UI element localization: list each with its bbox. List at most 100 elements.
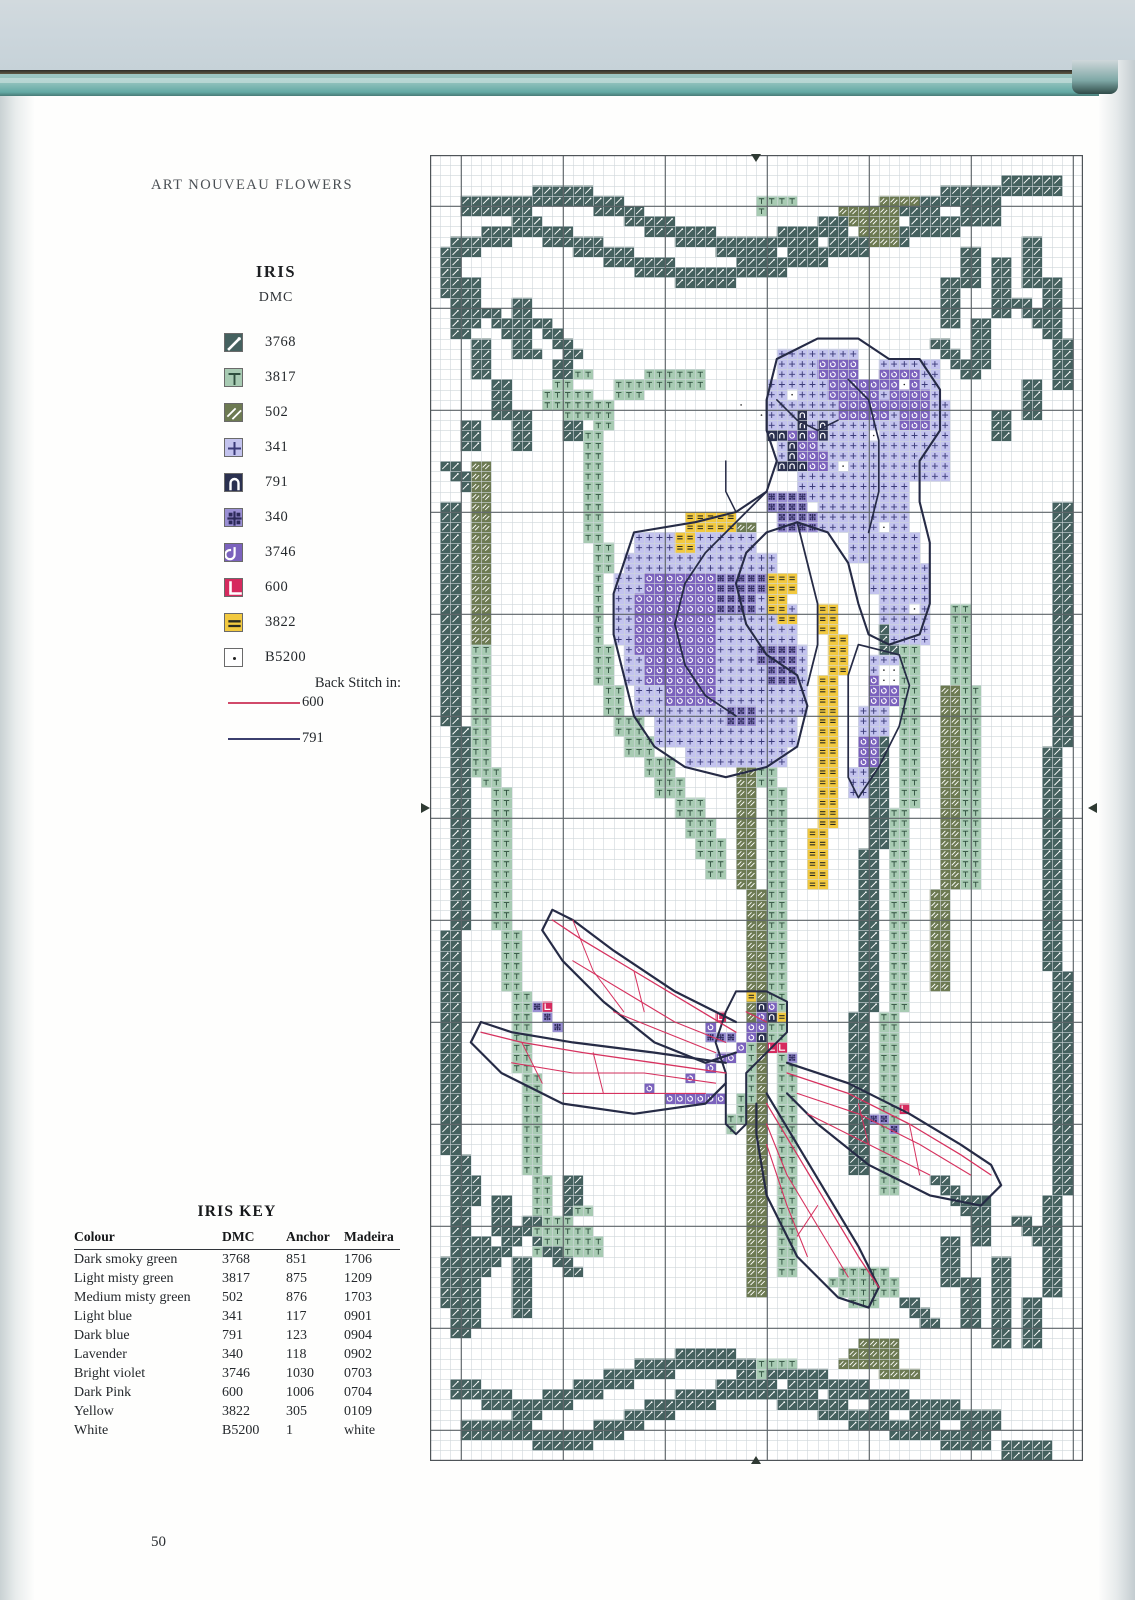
- legend-code: 791: [265, 474, 289, 490]
- legend-row-3822: 3822: [224, 605, 306, 640]
- page-title: IRIS: [255, 262, 297, 281]
- thread-legend: 3768 3817 502 341 791 340 3746 600 3822 B5200: [224, 325, 306, 675]
- key-cell-dmc: 3768: [222, 1251, 250, 1267]
- key-cell-dmc: 791: [222, 1327, 243, 1343]
- centre-arrow-right: [1088, 802, 1097, 813]
- key-cell-anchor: 118: [286, 1346, 307, 1362]
- key-cell-anchor: 851: [286, 1251, 307, 1267]
- key-cell-madeira: white: [344, 1422, 376, 1438]
- page-left-shadow: [0, 96, 34, 1600]
- key-cell-colour: Bright violet: [74, 1365, 146, 1381]
- background-above-book: [0, 0, 1135, 72]
- legend-row-341: 341: [224, 430, 306, 465]
- centre-arrow-left: [421, 802, 430, 813]
- key-cell-anchor: 875: [286, 1270, 307, 1286]
- key-cell-anchor: 1: [286, 1422, 293, 1438]
- back-stitch-row-791: 791: [228, 730, 324, 747]
- table-row: Light blue 341 117 0901: [74, 1307, 400, 1326]
- key-cell-madeira: 0704: [344, 1384, 372, 1400]
- table-row: Yellow 3822 305 0109: [74, 1402, 400, 1421]
- legend-code: 502: [265, 404, 289, 420]
- key-cell-colour: Lavender: [74, 1346, 127, 1362]
- key-cell-dmc: 341: [222, 1308, 243, 1324]
- legend-code: 3768: [265, 334, 296, 350]
- key-cell-madeira: 0109: [344, 1403, 372, 1419]
- table-row: Dark smoky green 3768 851 1706: [74, 1250, 400, 1270]
- legend-code: 340: [265, 509, 289, 525]
- page-number: 50: [151, 1534, 166, 1550]
- running-head: ART NOUVEAU FLOWERS: [151, 177, 354, 193]
- table-row: Bright violet 3746 1030 0703: [74, 1364, 400, 1383]
- key-cell-dmc: 600: [222, 1384, 243, 1400]
- book-spine-corner: [1072, 60, 1118, 94]
- key-cell-colour: Dark blue: [74, 1327, 130, 1343]
- legend-swatch-equals-icon: [224, 613, 243, 632]
- key-cell-colour: Light misty green: [74, 1270, 174, 1286]
- legend-swatch-corner-l-icon: [224, 578, 243, 597]
- legend-row-3817: 3817: [224, 360, 306, 395]
- key-col-dmc: DMC: [222, 1229, 255, 1244]
- key-body: Dark smoky green 3768 851 1706 Light misty g…: [74, 1250, 400, 1441]
- key-header-row: Colour DMC Anchor Madeira: [74, 1227, 400, 1250]
- key-col-anchor: Anchor: [286, 1229, 330, 1244]
- legend-code: 341: [265, 439, 289, 455]
- key-cell-dmc: B5200: [222, 1422, 260, 1438]
- table-row: Dark blue 791 123 0904: [74, 1326, 400, 1345]
- table-row: Lavender 340 118 0902: [74, 1345, 400, 1364]
- key-cell-madeira: 1706: [344, 1251, 372, 1267]
- brand-label: DMC: [258, 290, 294, 305]
- legend-swatch-centre-dot-icon: [224, 648, 243, 667]
- page-gutter-shadow: [1099, 60, 1135, 1600]
- legend-code: B5200: [265, 649, 307, 665]
- key-cell-dmc: 3746: [222, 1365, 250, 1381]
- table-row: Dark Pink 600 1006 0704: [74, 1383, 400, 1402]
- key-cell-anchor: 305: [286, 1403, 307, 1419]
- key-cell-colour: Dark Pink: [74, 1384, 132, 1400]
- key-cell-dmc: 502: [222, 1289, 243, 1305]
- legend-row-B5200: B5200: [224, 640, 306, 675]
- chart-grid-canvas: [430, 155, 1083, 1461]
- table-row: Medium misty green 502 876 1703: [74, 1288, 400, 1307]
- key-cell-madeira: 0904: [344, 1327, 372, 1343]
- key-cell-colour: Light blue: [74, 1308, 132, 1324]
- legend-row-3746: 3746: [224, 535, 306, 570]
- key-cell-colour: White: [74, 1422, 109, 1438]
- key-col-madeira: Madeira: [344, 1229, 394, 1244]
- key-cell-madeira: 0703: [344, 1365, 372, 1381]
- centre-arrow-top: [751, 154, 762, 162]
- legend-row-502: 502: [224, 395, 306, 430]
- back-stitch-row-600: 600: [228, 694, 324, 711]
- legend-code: 3822: [265, 614, 296, 630]
- key-cell-anchor: 1006: [286, 1384, 314, 1400]
- key-cell-colour: Medium misty green: [74, 1289, 191, 1305]
- table-row: White B5200 1 white: [74, 1421, 400, 1440]
- key-cell-madeira: 0901: [344, 1308, 372, 1324]
- book-spine-highlight: [0, 78, 1135, 83]
- back-stitch-line-swatch: [228, 701, 300, 704]
- legend-code: 600: [265, 579, 289, 595]
- legend-row-791: 791: [224, 465, 306, 500]
- key-cell-dmc: 3822: [222, 1403, 250, 1419]
- legend-row-340: 340: [224, 500, 306, 535]
- legend-row-600: 600: [224, 570, 306, 605]
- key-cell-colour: Dark smoky green: [74, 1251, 178, 1267]
- key-cell-anchor: 117: [286, 1308, 307, 1324]
- key-cell-anchor: 1030: [286, 1365, 314, 1381]
- legend-swatch-plus-icon: [224, 438, 243, 457]
- back-stitch-code: 791: [302, 730, 324, 746]
- key-cell-dmc: 3817: [222, 1270, 250, 1286]
- key-cell-madeira: 1209: [344, 1270, 372, 1286]
- iris-key-table: Colour DMC Anchor Madeira Dark smoky gre…: [74, 1227, 400, 1440]
- key-cell-colour: Yellow: [74, 1403, 114, 1419]
- legend-swatch-arch-n-icon: [224, 473, 243, 492]
- back-stitch-heading: Back Stitch in:: [314, 675, 401, 691]
- key-cell-dmc: 340: [222, 1346, 243, 1362]
- legend-swatch-diagonal-slash-icon: [224, 333, 243, 352]
- key-col-colour: Colour: [74, 1229, 115, 1244]
- key-cell-anchor: 876: [286, 1289, 307, 1305]
- cross-stitch-chart: [421, 154, 1097, 1464]
- legend-swatch-double-slash-icon: [224, 403, 243, 422]
- legend-code: 3817: [265, 369, 296, 385]
- key-cell-madeira: 1703: [344, 1289, 372, 1305]
- legend-swatch-four-dot-cross-icon: [224, 508, 243, 527]
